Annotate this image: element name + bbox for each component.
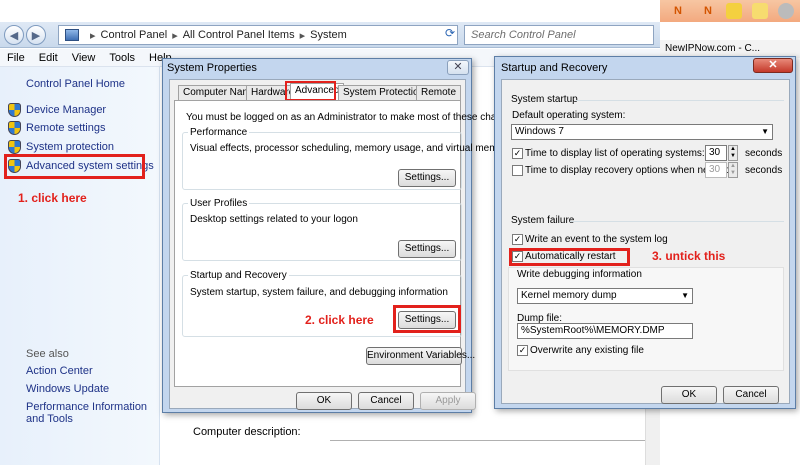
highlight-box-advanced-settings	[4, 154, 145, 179]
close-icon: ✕	[768, 59, 778, 71]
performance-info-link[interactable]: Performance Information and Tools	[26, 401, 154, 425]
time-recovery-spinner[interactable]: ▲ ▼	[728, 162, 738, 178]
menu-edit[interactable]: Edit	[32, 52, 65, 64]
address-box[interactable]: ▸ Control Panel ▸ All Control Panel Item…	[58, 25, 458, 45]
tab-favicon-icon[interactable]: N	[700, 3, 716, 19]
chevron-down-icon: ▼	[681, 291, 689, 300]
menu-view[interactable]: View	[65, 52, 103, 64]
shield-icon	[8, 103, 21, 117]
back-arrow-icon: ◀	[9, 29, 19, 42]
time-list-checkbox[interactable]: ✓	[512, 148, 523, 159]
checkmark-icon: ✓	[513, 234, 522, 244]
admin-note: You must be logged on as an Administrato…	[186, 112, 521, 123]
time-list-label: Time to display list of operating system…	[525, 148, 705, 159]
tab-favicon-icon[interactable]	[778, 3, 794, 19]
startup-recovery-description: System startup, system failure, and debu…	[190, 287, 448, 298]
time-recovery-label: Time to display recovery options when ne…	[525, 165, 734, 176]
close-button[interactable]: ✕	[447, 60, 469, 75]
remote-settings-link[interactable]: Remote settings	[26, 122, 105, 134]
cancel-button[interactable]: Cancel	[358, 392, 414, 410]
write-event-label: Write an event to the system log	[525, 234, 668, 245]
control-panel-icon	[65, 29, 79, 41]
seconds-label: seconds	[745, 148, 783, 159]
breadcrumb-separator: ▸	[172, 29, 178, 42]
refresh-icon: ⟳	[444, 26, 456, 40]
refresh-button[interactable]: ⟳	[440, 26, 460, 44]
device-manager-link[interactable]: Device Manager	[26, 104, 106, 116]
checkmark-icon: ✓	[518, 345, 527, 355]
overwrite-checkbox[interactable]: ✓	[517, 345, 528, 356]
breadcrumb-control-panel[interactable]: Control Panel	[101, 29, 168, 41]
windows-update-link[interactable]: Windows Update	[26, 383, 109, 395]
write-debug-label: Write debugging information	[517, 269, 642, 280]
user-profiles-description: Desktop settings related to your logon	[190, 214, 358, 225]
address-toolbar: ◀ ▶ ▸ Control Panel ▸ All Control Panel …	[0, 22, 660, 48]
overwrite-label: Overwrite any existing file	[530, 345, 644, 356]
performance-label: Performance	[188, 127, 250, 138]
write-event-checkbox[interactable]: ✓	[512, 234, 523, 245]
action-center-link[interactable]: Action Center	[26, 365, 93, 377]
default-os-label: Default operating system:	[512, 110, 626, 121]
forward-button[interactable]: ▶	[26, 25, 46, 45]
breadcrumb-all-items[interactable]: All Control Panel Items	[183, 29, 295, 41]
dialog-title: System Properties	[167, 62, 257, 74]
highlight-box-auto-restart	[509, 248, 630, 266]
seconds-label: seconds	[745, 165, 783, 176]
startup-recovery-label: Startup and Recovery	[188, 270, 289, 281]
system-protection-link[interactable]: System protection	[26, 141, 114, 153]
annotation-step-2: 2. click here	[305, 313, 374, 327]
annotation-step-1: 1. click here	[18, 191, 87, 205]
dump-file-input[interactable]: %SystemRoot%\MEMORY.DMP	[517, 323, 693, 339]
environment-variables-button[interactable]: Environment Variables...	[366, 347, 475, 365]
apply-button[interactable]: Apply	[420, 392, 476, 410]
time-list-input[interactable]: 30	[705, 145, 727, 161]
control-panel-home-link[interactable]: Control Panel Home	[26, 78, 125, 90]
menu-file[interactable]: File	[0, 52, 32, 64]
time-recovery-checkbox[interactable]	[512, 165, 523, 176]
tab-favicon-icon[interactable]	[726, 3, 742, 19]
tab-favicon-icon[interactable]: N	[670, 3, 686, 19]
search-input[interactable]: Search Control Panel	[464, 25, 654, 45]
annotation-step-3: 3. untick this	[652, 249, 726, 263]
dialog-title: Startup and Recovery	[501, 62, 608, 74]
checkmark-icon: ✓	[513, 148, 522, 158]
highlight-box-advanced-tab	[285, 81, 336, 101]
ok-button[interactable]: OK	[296, 392, 352, 410]
cancel-button[interactable]: Cancel	[723, 386, 779, 404]
shield-icon	[8, 140, 21, 154]
tab-remote[interactable]: Remote	[416, 85, 462, 100]
close-icon: ✕	[453, 61, 463, 73]
time-list-spinner[interactable]: ▲ ▼	[728, 145, 738, 161]
debug-type-value: Kernel memory dump	[521, 290, 617, 301]
menu-tools[interactable]: Tools	[102, 52, 142, 64]
performance-description: Visual effects, processor scheduling, me…	[190, 143, 512, 154]
back-button[interactable]: ◀	[4, 25, 24, 45]
tab-favicon-icon[interactable]	[752, 3, 768, 19]
divider	[330, 440, 650, 441]
shield-icon	[8, 121, 21, 135]
default-os-dropdown[interactable]: Windows 7 ▼	[511, 124, 773, 140]
see-also-heading: See also	[26, 348, 69, 360]
user-profiles-label: User Profiles	[188, 198, 250, 209]
browser-tab-strip: N N	[660, 0, 800, 22]
system-startup-heading: System startup	[511, 94, 578, 105]
divider	[570, 221, 784, 222]
debug-type-dropdown[interactable]: Kernel memory dump ▼	[517, 288, 693, 304]
time-recovery-input[interactable]: 30	[705, 162, 727, 178]
divider	[576, 100, 784, 101]
breadcrumb-separator: ▸	[299, 29, 306, 42]
forward-arrow-icon: ▶	[31, 29, 41, 42]
computer-description-label: Computer description:	[193, 426, 301, 438]
ok-button[interactable]: OK	[661, 386, 717, 404]
system-failure-heading: System failure	[511, 215, 575, 226]
performance-settings-button[interactable]: Settings...	[398, 169, 456, 187]
chevron-down-icon: ▼	[761, 127, 769, 136]
default-os-value: Windows 7	[515, 126, 564, 137]
user-profiles-settings-button[interactable]: Settings...	[398, 240, 456, 258]
breadcrumb-separator: ▸	[90, 29, 96, 42]
close-button[interactable]: ✕	[753, 58, 793, 73]
highlight-box-startup-settings	[393, 305, 461, 333]
breadcrumb-system[interactable]: System	[310, 29, 347, 41]
